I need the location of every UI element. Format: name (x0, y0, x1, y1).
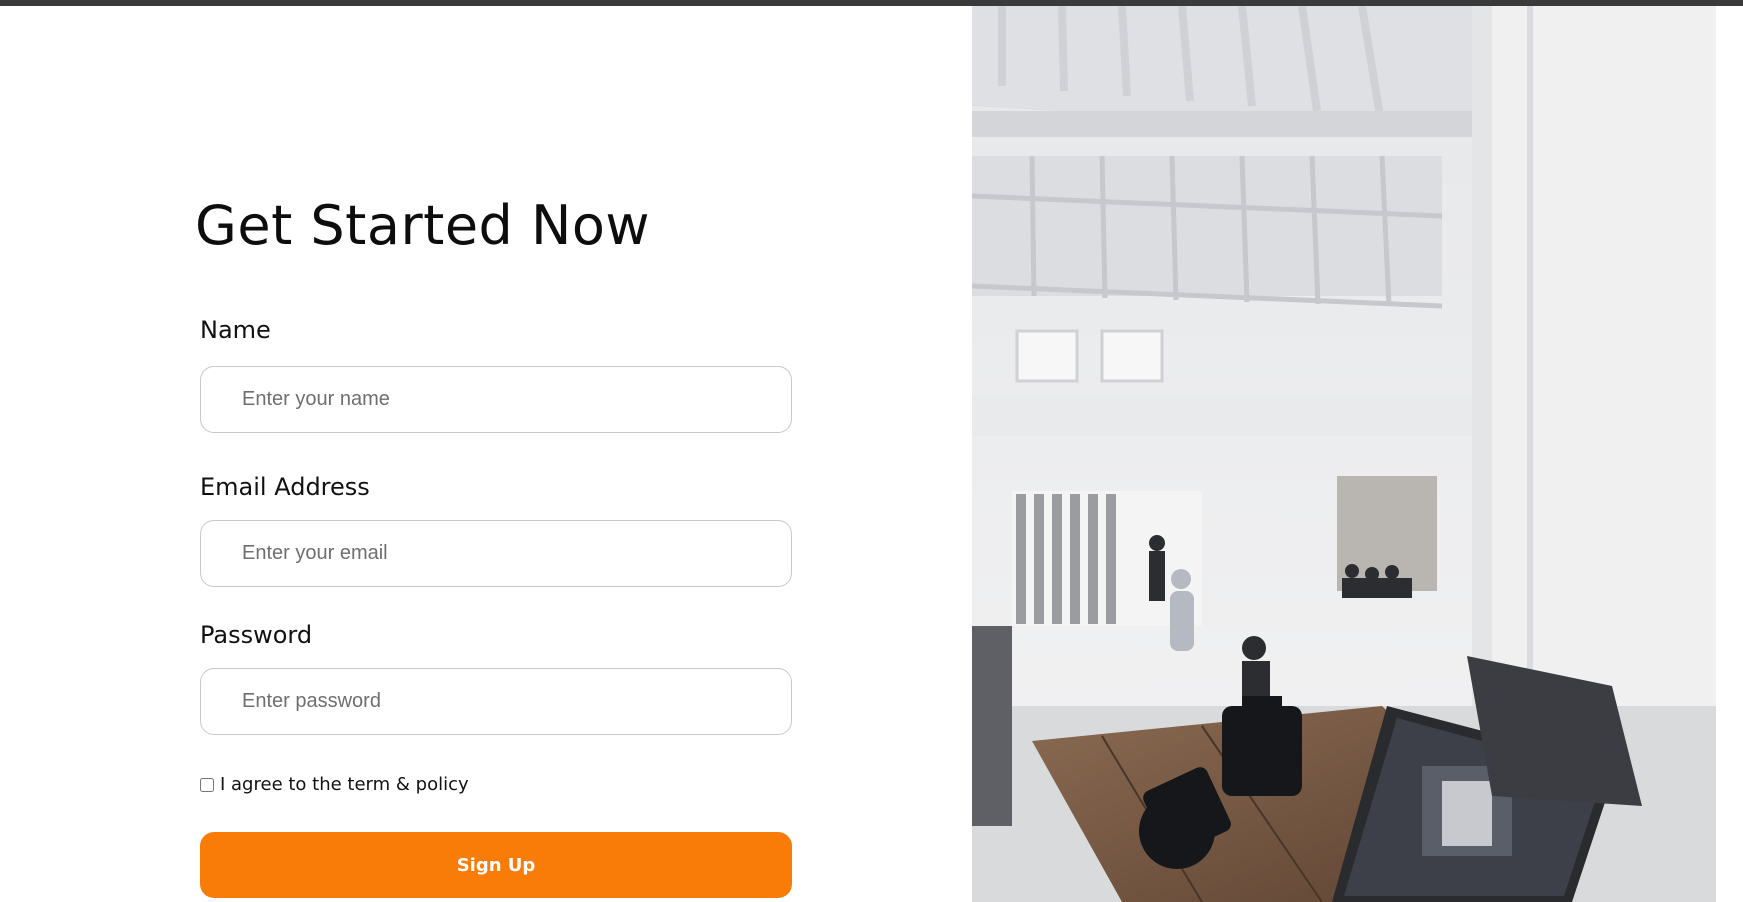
sign-up-button[interactable]: Sign Up (200, 832, 792, 898)
page-title: Get Started Now (195, 194, 651, 257)
email-field-wrapper (200, 520, 792, 587)
studio-photo-image (972, 6, 1716, 902)
email-input[interactable] (201, 521, 791, 586)
signup-form-panel: Get Started Now Name Email Address Passw… (0, 6, 972, 902)
password-field-wrapper (200, 668, 792, 735)
name-field-wrapper (200, 366, 792, 433)
password-input[interactable] (201, 669, 791, 734)
name-label: Name (200, 316, 271, 344)
hero-image (972, 6, 1716, 902)
name-input[interactable] (201, 367, 791, 432)
terms-label: I agree to the term & policy (220, 774, 469, 795)
email-label: Email Address (200, 473, 370, 501)
terms-agreement[interactable]: I agree to the term & policy (200, 774, 469, 795)
terms-checkbox[interactable] (200, 777, 214, 792)
right-margin (1716, 6, 1743, 902)
password-label: Password (200, 621, 313, 649)
